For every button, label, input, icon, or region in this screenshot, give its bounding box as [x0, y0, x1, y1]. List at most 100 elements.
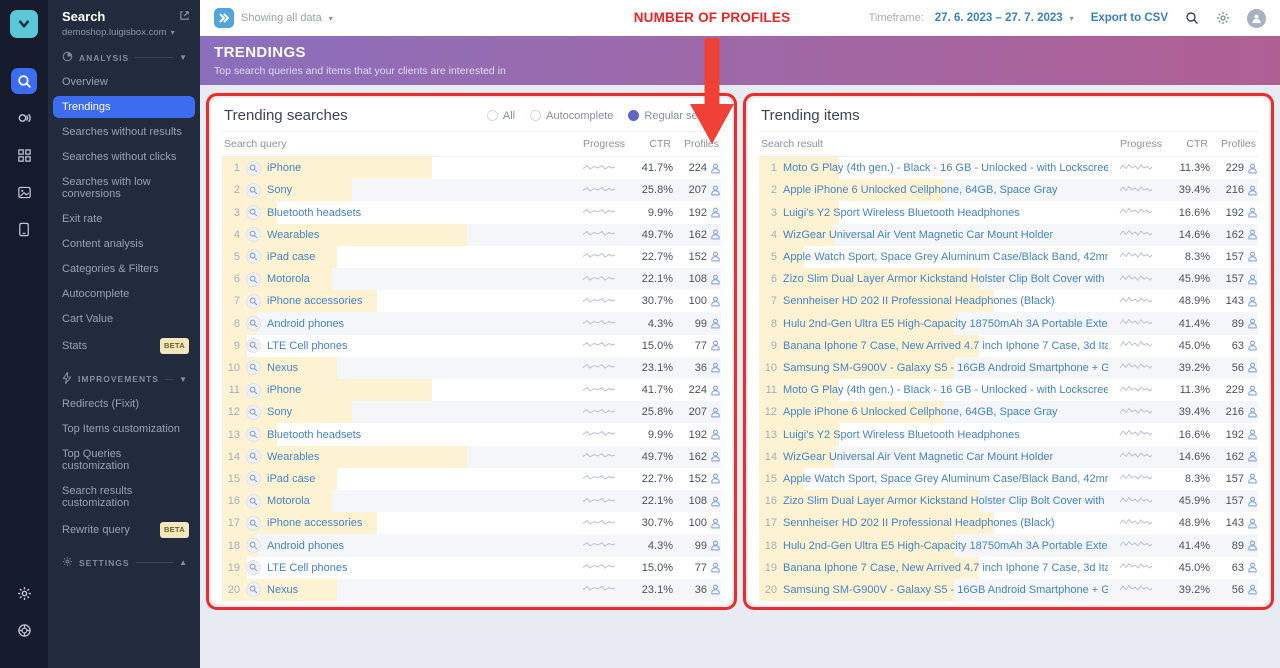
showing-all-data-label[interactable]: Showing all data	[241, 12, 322, 24]
rail-media-icon[interactable]	[11, 179, 37, 205]
profile-icon[interactable]	[710, 584, 721, 595]
table-row[interactable]: 12Sony25.8%207	[222, 401, 721, 423]
profile-icon[interactable]	[1247, 407, 1258, 418]
export-csv-button[interactable]: Export to CSV	[1091, 12, 1168, 24]
profile-icon[interactable]	[710, 518, 721, 529]
sidebar-section-analysis[interactable]: ANALYSIS▼	[62, 51, 188, 64]
sidebar-item-rewrite-query[interactable]: Rewrite queryBETA	[53, 517, 195, 543]
table-row[interactable]: 16Motorola22.1%108	[222, 490, 721, 512]
profile-icon[interactable]	[1247, 340, 1258, 351]
sidebar-item-exit-rate[interactable]: Exit rate	[53, 208, 195, 230]
search-query-link[interactable]: iPhone	[267, 162, 571, 174]
table-row[interactable]: 19Banana Iphone 7 Case, New Arrived 4.7 …	[759, 557, 1258, 579]
table-row[interactable]: 3Bluetooth headsets9.9%192	[222, 201, 721, 223]
search-result-link[interactable]: Moto G Play (4th gen.) - Black - 16 GB -…	[783, 162, 1108, 174]
search-result-link[interactable]: Apple Watch Sport, Space Grey Aluminum C…	[783, 251, 1108, 263]
profile-icon[interactable]	[1247, 518, 1258, 529]
project-selector[interactable]: demoshop.luigisbox.com ▾	[62, 27, 188, 38]
sidebar-item-autocomplete[interactable]: Autocomplete	[53, 283, 195, 305]
chevron-down-icon[interactable]: ▾	[329, 14, 333, 23]
profile-icon[interactable]	[710, 451, 721, 462]
search-query-icon[interactable]	[246, 516, 261, 531]
radio-selected-icon[interactable]	[628, 110, 639, 121]
profile-icon[interactable]	[1247, 274, 1258, 285]
sidebar-item-searches-without-results[interactable]: Searches without results	[53, 121, 195, 143]
table-row[interactable]: 13Luigi's Y2 Sport Wireless Bluetooth He…	[759, 423, 1258, 445]
table-row[interactable]: 15Apple Watch Sport, Space Grey Aluminum…	[759, 468, 1258, 490]
search-query-icon[interactable]	[246, 183, 261, 198]
chevron-down-icon[interactable]: ▾	[1070, 14, 1074, 23]
search-query-link[interactable]: Sony	[267, 406, 571, 418]
radio-unselected-icon[interactable]	[530, 110, 541, 121]
search-result-link[interactable]: Apple Watch Sport, Space Grey Aluminum C…	[783, 473, 1108, 485]
table-row[interactable]: 13Bluetooth headsets9.9%192	[222, 423, 721, 445]
profile-icon[interactable]	[1247, 473, 1258, 484]
table-row[interactable]: 9LTE Cell phones15.0%77	[222, 335, 721, 357]
timeframe-value[interactable]: 27. 6. 2023 – 27. 7. 2023	[935, 12, 1063, 24]
profile-icon[interactable]	[1247, 429, 1258, 440]
search-query-link[interactable]: Nexus	[267, 362, 571, 374]
search-query-link[interactable]: Sony	[267, 184, 571, 196]
profile-icon[interactable]	[710, 251, 721, 262]
search-query-link[interactable]: iPhone	[267, 384, 571, 396]
table-row[interactable]: 20Samsung SM-G900V - Galaxy S5 - 16GB An…	[759, 579, 1258, 601]
profile-icon[interactable]	[710, 362, 721, 373]
sidebar-item-cart-value[interactable]: Cart Value	[53, 308, 195, 330]
table-row[interactable]: 7iPhone accessories30.7%100	[222, 290, 721, 312]
profile-icon[interactable]	[1247, 296, 1258, 307]
table-row[interactable]: 14WizGear Universal Air Vent Magnetic Ca…	[759, 446, 1258, 468]
profile-icon[interactable]	[710, 385, 721, 396]
search-result-link[interactable]: Moto G Play (4th gen.) - Black - 16 GB -…	[783, 384, 1108, 396]
table-row[interactable]: 18Android phones4.3%99	[222, 534, 721, 556]
search-result-link[interactable]: WizGear Universal Air Vent Magnetic Car …	[783, 451, 1108, 463]
search-query-link[interactable]: Motorola	[267, 495, 571, 507]
search-query-link[interactable]: Bluetooth headsets	[267, 207, 571, 219]
search-result-link[interactable]: Banana Iphone 7 Case, New Arrived 4.7 in…	[783, 340, 1108, 352]
search-query-icon[interactable]	[246, 538, 261, 553]
search-icon[interactable]	[1185, 11, 1199, 25]
search-result-link[interactable]: WizGear Universal Air Vent Magnetic Car …	[783, 229, 1108, 241]
filter-radio-all[interactable]: All	[487, 110, 515, 122]
profile-icon[interactable]	[1247, 362, 1258, 373]
search-query-link[interactable]: LTE Cell phones	[267, 562, 571, 574]
search-query-icon[interactable]	[246, 427, 261, 442]
search-query-link[interactable]: iPhone accessories	[267, 517, 571, 529]
sidebar-section-improvements[interactable]: IMPROVEMENTS▼	[62, 372, 188, 386]
external-link-icon[interactable]	[179, 8, 190, 26]
sidebar-item-top-queries-customization[interactable]: Top Queries customization	[53, 443, 195, 477]
table-row[interactable]: 17iPhone accessories30.7%100	[222, 512, 721, 534]
profile-icon[interactable]	[710, 562, 721, 573]
table-row[interactable]: 17Sennheiser HD 202 II Professional Head…	[759, 512, 1258, 534]
search-result-link[interactable]: Apple iPhone 6 Unlocked Cellphone, 64GB,…	[783, 184, 1108, 196]
filter-radio-autocomplete[interactable]: Autocomplete	[530, 110, 613, 122]
filter-radio-regular-search[interactable]: Regular search	[628, 110, 719, 122]
table-row[interactable]: 2Apple iPhone 6 Unlocked Cellphone, 64GB…	[759, 179, 1258, 201]
table-row[interactable]: 16Zizo Slim Dual Layer Armor Kickstand H…	[759, 490, 1258, 512]
gear-icon[interactable]	[1216, 11, 1230, 25]
search-result-link[interactable]: Samsung SM-G900V - Galaxy S5 - 16GB Andr…	[783, 584, 1108, 596]
sidebar-item-search-results-customization[interactable]: Search results customization	[53, 480, 195, 514]
profile-icon[interactable]	[710, 318, 721, 329]
profile-icon[interactable]	[710, 473, 721, 484]
search-query-link[interactable]: Wearables	[267, 451, 571, 463]
sidebar-item-top-items-customization[interactable]: Top Items customization	[53, 418, 195, 440]
search-query-icon[interactable]	[246, 161, 261, 176]
table-row[interactable]: 20Nexus23.1%36	[222, 579, 721, 601]
table-row[interactable]: 9Banana Iphone 7 Case, New Arrived 4.7 i…	[759, 335, 1258, 357]
table-row[interactable]: 3Luigi's Y2 Sport Wireless Bluetooth Hea…	[759, 201, 1258, 223]
table-row[interactable]: 4Wearables49.7%162	[222, 224, 721, 246]
search-result-link[interactable]: Samsung SM-G900V - Galaxy S5 - 16GB Andr…	[783, 362, 1108, 374]
table-row[interactable]: 8Android phones4.3%99	[222, 312, 721, 334]
profile-icon[interactable]	[1247, 451, 1258, 462]
table-row[interactable]: 1Moto G Play (4th gen.) - Black - 16 GB …	[759, 157, 1258, 179]
search-query-icon[interactable]	[246, 383, 261, 398]
profile-icon[interactable]	[710, 185, 721, 196]
profile-icon[interactable]	[710, 207, 721, 218]
rail-toggles-icon[interactable]	[11, 105, 37, 131]
table-row[interactable]: 10Nexus23.1%36	[222, 357, 721, 379]
profile-icon[interactable]	[710, 274, 721, 285]
search-result-link[interactable]: Sennheiser HD 202 II Professional Headph…	[783, 295, 1108, 307]
table-row[interactable]: 12Apple iPhone 6 Unlocked Cellphone, 64G…	[759, 401, 1258, 423]
search-query-link[interactable]: LTE Cell phones	[267, 340, 571, 352]
profile-icon[interactable]	[1247, 185, 1258, 196]
